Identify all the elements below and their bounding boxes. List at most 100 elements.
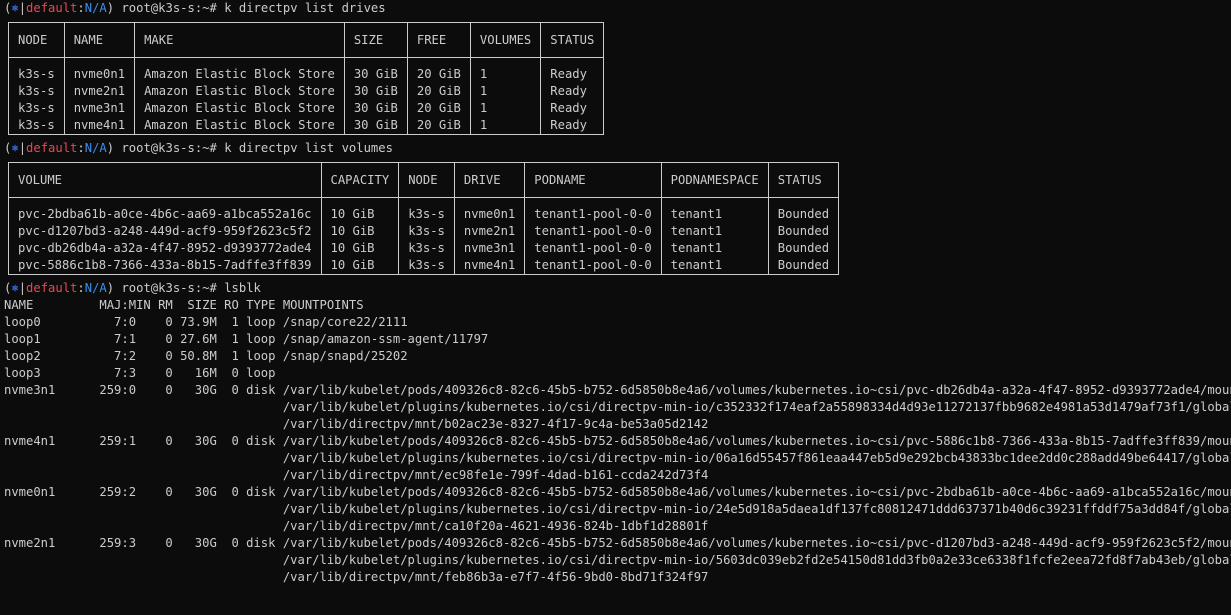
prompt-line: (⎈|default:N/A) root@k3s-s:~# lsblk: [4, 281, 261, 295]
table-body: pvc-2bdba61b-a0ce-4b6c-aa69-a1bca552a16c…: [8, 197, 840, 275]
table-cell: Amazon Elastic Block Store: [144, 118, 335, 132]
table-cell: k3s-s: [408, 207, 445, 221]
drives-col-node: k3s-s k3s-s k3s-s k3s-s: [8, 57, 65, 135]
table-cell: pvc-5886c1b8-7366-433a-8b15-7adffe3ff839: [18, 258, 312, 272]
output-line: /var/lib/kubelet/plugins/kubernetes.io/c…: [4, 451, 1231, 465]
table-cell: tenant1: [670, 258, 723, 272]
drives-table: NODE NAME MAKE SIZE FREE VOLUMES STATUS …: [8, 22, 605, 135]
table-cell: 20 GiB: [416, 84, 461, 98]
command-text: k directpv list drives: [224, 1, 386, 15]
table-cell: tenant1-pool-0-0: [534, 241, 652, 255]
volumes-col-podname: tenant1-pool-0-0 tenant1-pool-0-0 tenant1-…: [524, 197, 662, 275]
table-cell: Bounded: [777, 207, 830, 221]
table-cell: tenant1: [670, 224, 723, 238]
drives-col-make: Amazon Elastic Block Store Amazon Elastic…: [134, 57, 345, 135]
table-cell: 1: [479, 67, 488, 81]
table-cell: nvme4n1: [463, 258, 516, 272]
column-header: STATUS: [767, 162, 840, 198]
shell-user: root@k3s-s:~#: [121, 141, 217, 155]
terminal-window[interactable]: (⎈|default:N/A) root@k3s-s:~# k directpv…: [0, 0, 1231, 615]
volumes-col-capacity: 10 GiB 10 GiB 10 GiB 10 GiB: [320, 197, 400, 275]
table-cell: k3s-s: [408, 241, 445, 255]
column-header: STATUS: [540, 22, 605, 58]
table-cell: Ready: [550, 84, 587, 98]
volumes-col-podnamespace: tenant1 tenant1 tenant1 tenant1: [660, 197, 769, 275]
kubernetes-icon: ⎈: [11, 1, 19, 15]
table-cell: 20 GiB: [416, 118, 461, 132]
column-header: FREE: [406, 22, 471, 58]
column-header: NODE: [8, 22, 65, 58]
column-header: MAKE: [134, 22, 345, 58]
output-line: loop3 7:3 0 16M 0 loop: [4, 366, 276, 380]
column-header: NAME: [63, 22, 136, 58]
table-cell: 10 GiB: [330, 258, 375, 272]
table-cell: Ready: [550, 67, 587, 81]
output-line: /var/lib/directpv/mnt/feb86b3a-e7f7-4f56…: [4, 570, 709, 584]
table-cell: 30 GiB: [353, 67, 398, 81]
volumes-col-drive: nvme0n1 nvme2n1 nvme3n1 nvme4n1: [453, 197, 526, 275]
output-line: /var/lib/directpv/mnt/ec98fe1e-799f-4dad…: [4, 468, 709, 482]
table-cell: 20 GiB: [416, 67, 461, 81]
table-cell: k3s-s: [18, 67, 55, 81]
table-cell: nvme0n1: [73, 67, 126, 81]
table-cell: nvme4n1: [73, 118, 126, 132]
table-cell: 1: [479, 101, 488, 115]
output-line: loop1 7:1 0 27.6M 1 loop /snap/amazon-ss…: [4, 332, 489, 346]
table-header-row: VOLUME CAPACITY NODE DRIVE PODNAME PODNA…: [8, 162, 840, 198]
kube-namespace: N/A: [84, 281, 107, 295]
output-line: /var/lib/kubelet/plugins/kubernetes.io/c…: [4, 502, 1231, 516]
table-cell: pvc-db26db4a-a32a-4f47-8952-d9393772ade4: [18, 241, 312, 255]
drives-col-size: 30 GiB 30 GiB 30 GiB 30 GiB: [343, 57, 408, 135]
shell-user: root@k3s-s:~#: [121, 1, 217, 15]
table-cell: 10 GiB: [330, 207, 375, 221]
output-line: /var/lib/directpv/mnt/b02ac23e-8327-4f17…: [4, 417, 709, 431]
output-line: nvme4n1 259:1 0 30G 0 disk /var/lib/kube…: [4, 434, 1231, 448]
command-text: k directpv list volumes: [224, 141, 393, 155]
column-header: CAPACITY: [320, 162, 400, 198]
column-header: SIZE: [343, 22, 408, 58]
table-cell: 30 GiB: [353, 84, 398, 98]
volumes-col-status: Bounded Bounded Bounded Bounded: [767, 197, 840, 275]
output-line: nvme2n1 259:3 0 30G 0 disk /var/lib/kube…: [4, 536, 1231, 550]
table-header-row: NODE NAME MAKE SIZE FREE VOLUMES STATUS: [8, 22, 605, 58]
lsblk-output: NAME MAJ:MIN RM SIZE RO TYPE MOUNTPOINTS…: [4, 297, 1231, 586]
table-cell: tenant1-pool-0-0: [534, 224, 652, 238]
table-cell: nvme2n1: [73, 84, 126, 98]
table-cell: nvme3n1: [73, 101, 126, 115]
kube-context: default: [26, 1, 78, 15]
kube-context: default: [26, 281, 78, 295]
table-cell: k3s-s: [18, 84, 55, 98]
column-header: PODNAME: [524, 162, 662, 198]
kubernetes-icon: ⎈: [11, 281, 19, 295]
table-cell: k3s-s: [18, 101, 55, 115]
kube-namespace: N/A: [84, 1, 107, 15]
table-cell: pvc-d1207bd3-a248-449d-acf9-959f2623c5f2: [18, 224, 312, 238]
drives-col-free: 20 GiB 20 GiB 20 GiB 20 GiB: [406, 57, 471, 135]
table-cell: 30 GiB: [353, 118, 398, 132]
table-cell: k3s-s: [408, 258, 445, 272]
table-cell: Ready: [550, 118, 587, 132]
table-body: k3s-s k3s-s k3s-s k3s-s nvme0n1 nvme2n1 nvme3…: [8, 57, 605, 135]
output-line: nvme0n1 259:2 0 30G 0 disk /var/lib/kube…: [4, 485, 1231, 499]
output-line: loop2 7:2 0 50.8M 1 loop /snap/snapd/252…: [4, 349, 408, 363]
table-cell: Bounded: [777, 258, 830, 272]
kube-namespace: N/A: [84, 141, 107, 155]
table-cell: k3s-s: [408, 224, 445, 238]
prompt-line: (⎈|default:N/A) root@k3s-s:~# k directpv…: [4, 1, 386, 15]
column-header: DRIVE: [453, 162, 526, 198]
table-cell: Amazon Elastic Block Store: [144, 101, 335, 115]
column-header: VOLUME: [8, 162, 322, 198]
table-cell: tenant1: [670, 207, 723, 221]
table-cell: 20 GiB: [416, 101, 461, 115]
table-cell: nvme3n1: [463, 241, 516, 255]
kubernetes-icon: ⎈: [11, 141, 19, 155]
volumes-col-node: k3s-s k3s-s k3s-s k3s-s: [398, 197, 455, 275]
volumes-table: VOLUME CAPACITY NODE DRIVE PODNAME PODNA…: [8, 162, 840, 275]
table-cell: 1: [479, 84, 488, 98]
table-cell: Amazon Elastic Block Store: [144, 84, 335, 98]
table-cell: tenant1-pool-0-0: [534, 207, 652, 221]
table-cell: 10 GiB: [330, 241, 375, 255]
table-cell: tenant1-pool-0-0: [534, 258, 652, 272]
volumes-col-volume: pvc-2bdba61b-a0ce-4b6c-aa69-a1bca552a16c…: [8, 197, 322, 275]
table-cell: 1: [479, 118, 488, 132]
